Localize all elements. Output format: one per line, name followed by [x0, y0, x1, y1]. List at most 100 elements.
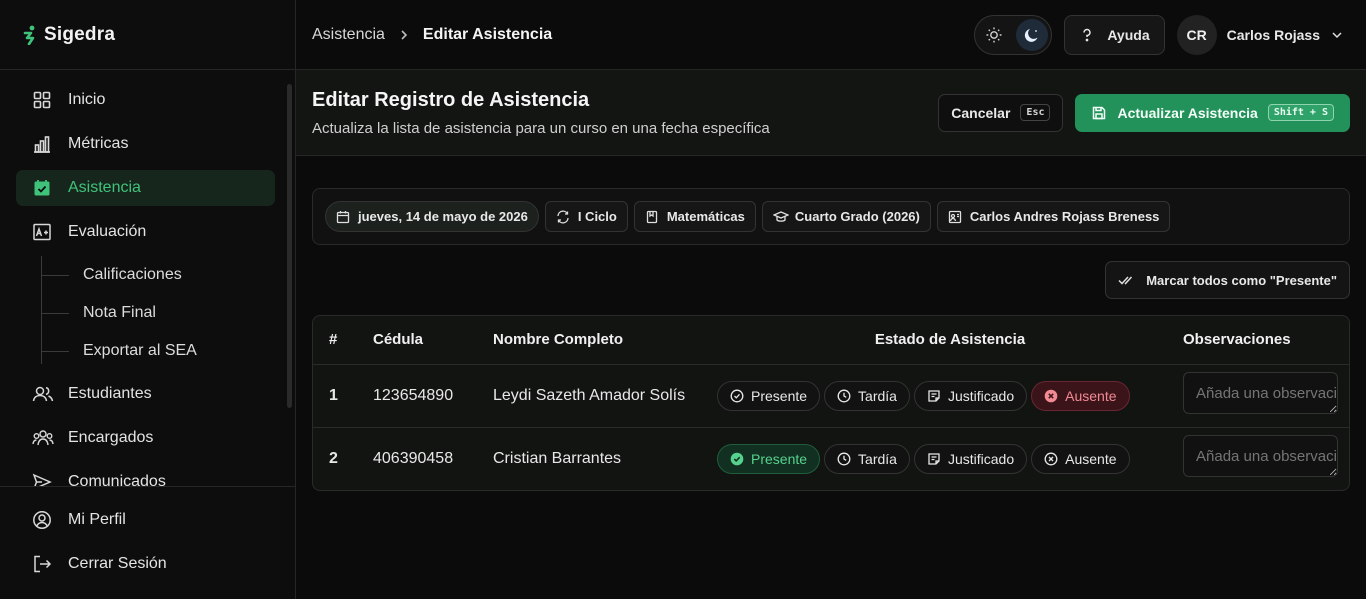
status-label: Ausente: [1065, 387, 1117, 404]
logo-icon: [22, 25, 38, 45]
status-present-button[interactable]: Presente: [717, 443, 821, 474]
status-present-button[interactable]: Presente: [717, 380, 821, 411]
grade-icon: [32, 222, 52, 242]
row-name: Cristian Barrantes: [493, 449, 622, 467]
sidebar-nav: Inicio Métricas Asistencia Evaluación Ca…: [16, 82, 275, 486]
sidebar-item-inicio[interactable]: Inicio: [16, 82, 275, 118]
breadcrumb-parent[interactable]: Asistencia: [312, 26, 385, 44]
grade-chip[interactable]: Cuarto Grado (2026): [761, 201, 931, 232]
date-label: jueves, 14 de mayo de 2026: [358, 209, 528, 224]
date-chip[interactable]: jueves, 14 de mayo de 2026: [325, 201, 539, 232]
breadcrumb-current: Editar Asistencia: [422, 25, 553, 43]
filter-bar: jueves, 14 de mayo de 2026 I Ciclo Matem…: [312, 188, 1350, 245]
update-label: Actualizar Asistencia: [1117, 104, 1258, 121]
update-attendance-button[interactable]: Actualizar Asistencia Shift + S: [1075, 93, 1350, 132]
clock-icon: [837, 389, 851, 403]
subnav-item-nota-final[interactable]: Nota Final: [41, 294, 275, 332]
cancel-label: Cancelar: [951, 104, 1011, 121]
sidebar-item-estudiantes[interactable]: Estudiantes: [16, 376, 275, 412]
x-circle-icon: [1044, 452, 1058, 466]
page-subtitle: Actualiza la lista de asistencia para un…: [312, 119, 770, 137]
sidebar-item-evaluacion[interactable]: Evaluación: [16, 214, 275, 250]
subnav-item-exportar-sea[interactable]: Exportar al SEA: [41, 332, 275, 370]
mark-all-present-button[interactable]: Marcar todos como "Presente": [1105, 261, 1350, 299]
save-icon: [1091, 105, 1107, 121]
col-cedula: Cédula: [373, 316, 493, 365]
avatar: CR: [1176, 14, 1217, 55]
sidebar-item-label: Comunicados: [68, 473, 166, 486]
light-mode-button[interactable]: [978, 19, 1010, 51]
subnav-item-calificaciones[interactable]: Calificaciones: [41, 256, 275, 294]
sidebar-item-label: Métricas: [68, 135, 129, 152]
row-number: 1: [313, 364, 373, 428]
send-icon: [32, 472, 52, 486]
col-number: #: [313, 316, 373, 365]
cancel-button[interactable]: Cancelar Esc: [938, 93, 1064, 132]
user-circle-icon: [32, 510, 52, 530]
row-cedula: 123654890: [373, 364, 493, 428]
brand-name: Sigedra: [44, 23, 116, 45]
top-actions: Ayuda CR Carlos Rojass: [974, 14, 1350, 56]
status-options: Presente Tardía Justificado Ausente: [717, 443, 1183, 474]
teacher-chip[interactable]: Carlos Andres Rojass Breness: [936, 201, 1171, 232]
observation-input[interactable]: [1183, 435, 1338, 478]
logout-icon: [32, 554, 52, 574]
table-row: 1 123654890 Leydi Sazeth Amador Solís Pr…: [313, 364, 1349, 428]
row-number: 2: [329, 449, 338, 467]
cancel-shortcut: Esc: [1020, 104, 1051, 121]
question-icon: [1079, 27, 1095, 43]
sidebar-item-label: Encargados: [68, 429, 154, 446]
sidebar-item-label: Asistencia: [68, 179, 141, 196]
status-late-button[interactable]: Tardía: [824, 443, 910, 474]
status-justified-button[interactable]: Justificado: [913, 443, 1028, 474]
refresh-icon: [556, 210, 570, 224]
observation-input[interactable]: [1183, 372, 1338, 414]
page-header: Editar Registro de Asistencia Actualiza …: [296, 70, 1366, 156]
period-chip[interactable]: I Ciclo: [544, 201, 628, 232]
dark-mode-button[interactable]: [1016, 18, 1049, 51]
clock-icon: [837, 452, 851, 466]
status-label: Tardía: [858, 387, 897, 404]
bar-chart-icon: [32, 134, 52, 154]
help-button[interactable]: Ayuda: [1064, 14, 1165, 55]
sidebar-item-comunicados[interactable]: Comunicados: [16, 464, 275, 486]
status-label: Justificado: [947, 387, 1015, 404]
grade-label: Cuarto Grado (2026): [794, 209, 920, 224]
sidebar-item-label: Inicio: [68, 91, 106, 108]
sidebar-item-label: Evaluación: [68, 223, 147, 240]
table-header-row: # Cédula Nombre Completo Estado de Asist…: [313, 316, 1349, 365]
page-title: Editar Registro de Asistencia: [312, 88, 590, 111]
subject-chip[interactable]: Matemáticas: [633, 201, 756, 232]
sidebar-bottom: Mi Perfil Cerrar Sesión: [0, 486, 295, 590]
guardians-icon: [32, 428, 54, 448]
sidebar-item-metricas[interactable]: Métricas: [16, 126, 275, 162]
double-check-icon: [1118, 273, 1136, 287]
topbar: Asistencia Editar Asistencia Ayuda CR Ca…: [296, 0, 1366, 70]
sidebar: Sigedra Inicio Métricas Asistencia Evalu…: [0, 0, 296, 599]
status-justified-button[interactable]: Justificado: [913, 380, 1028, 411]
status-absent-button[interactable]: Ausente: [1031, 443, 1130, 474]
user-menu[interactable]: CR Carlos Rojass: [1176, 14, 1350, 56]
sidebar-scrollbar[interactable]: [287, 84, 292, 408]
moon-icon: [1025, 28, 1038, 42]
note-icon: [927, 452, 941, 466]
status-late-button[interactable]: Tardía: [824, 380, 910, 411]
table-row: 2 406390458 Cristian Barrantes Presente: [313, 427, 1349, 490]
update-shortcut: Shift + S: [1267, 104, 1334, 121]
sidebar-item-label: Cerrar Sesión: [68, 555, 167, 572]
status-absent-button[interactable]: Ausente: [1031, 380, 1130, 411]
col-status: Estado de Asistencia: [717, 316, 1183, 365]
status-label: Presente: [751, 387, 808, 404]
sidebar-item-encargados[interactable]: Encargados: [16, 420, 275, 456]
breadcrumb: Asistencia Editar Asistencia: [312, 26, 552, 44]
sidebar-item-mi-perfil[interactable]: Mi Perfil: [16, 502, 279, 538]
calendar-icon: [336, 210, 350, 224]
sidebar-item-asistencia[interactable]: Asistencia: [16, 170, 275, 206]
check-circle-icon: [730, 452, 744, 466]
sidebar-item-cerrar-sesion[interactable]: Cerrar Sesión: [16, 546, 279, 582]
row-cedula: 406390458: [373, 449, 454, 467]
brand[interactable]: Sigedra: [0, 0, 295, 70]
help-label: Ayuda: [1107, 26, 1150, 43]
sun-icon: [986, 27, 1002, 42]
main-content: Asistencia Editar Asistencia Ayuda CR Ca…: [296, 0, 1366, 599]
